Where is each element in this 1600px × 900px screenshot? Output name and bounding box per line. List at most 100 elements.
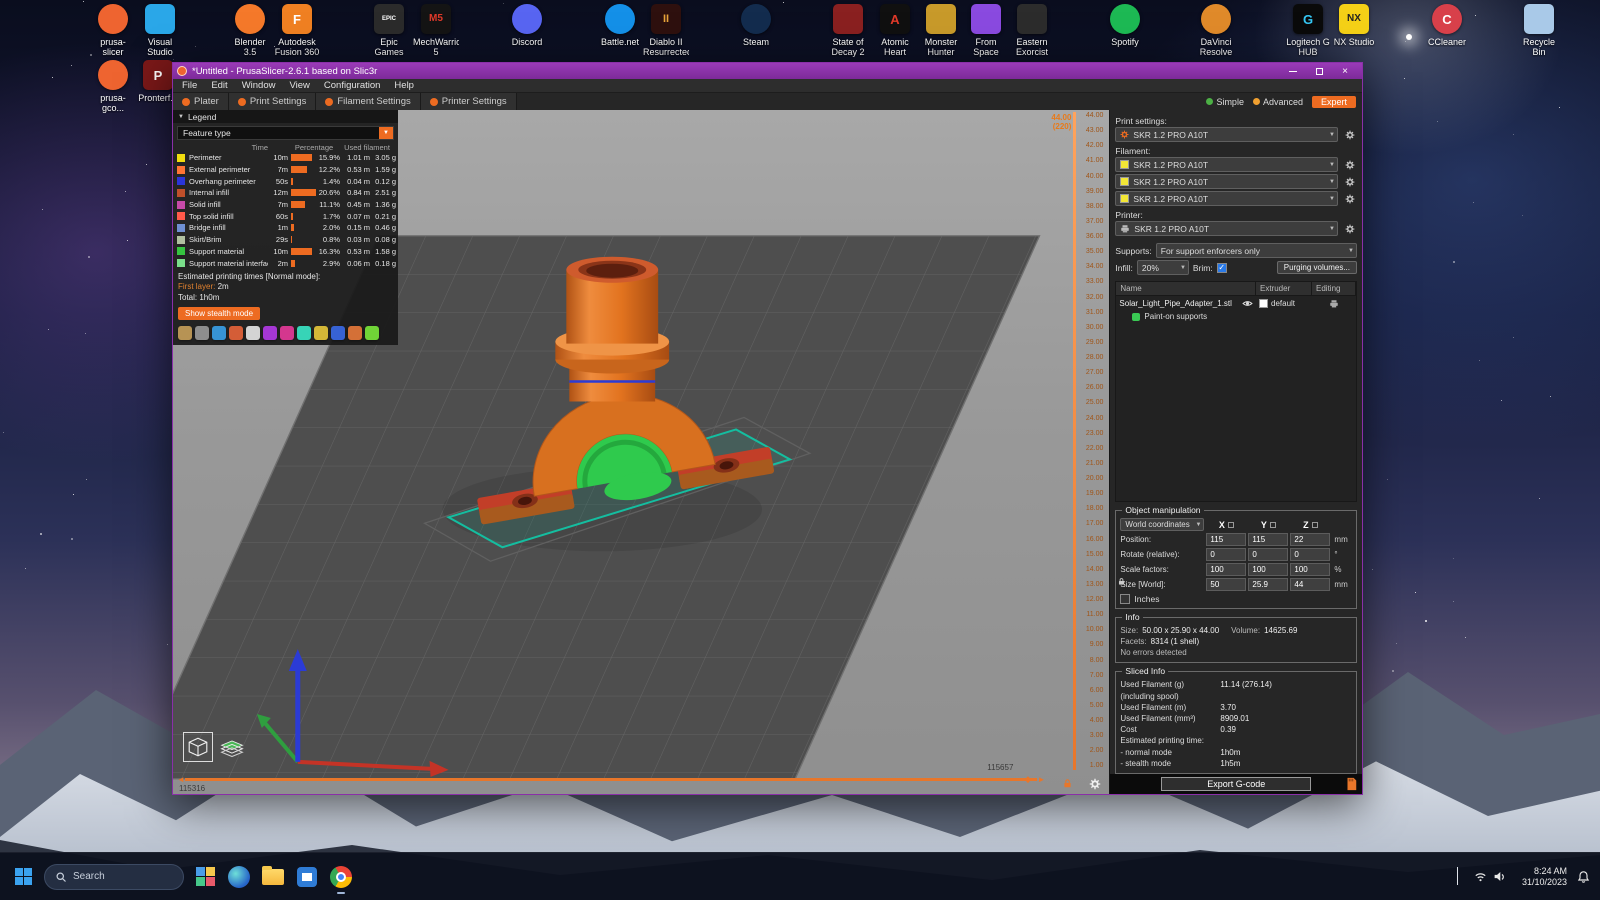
taskbar-icon-edge[interactable]	[226, 864, 252, 890]
slider-right-arrow-icon[interactable]: ►	[1037, 775, 1045, 784]
mode-expert[interactable]: Expert	[1312, 96, 1356, 108]
sd-card-icon[interactable]	[1344, 777, 1358, 793]
filament-combo[interactable]: SKR 1.2 PRO A10T ▼	[1115, 191, 1338, 206]
value-field-x[interactable]: 100	[1206, 563, 1246, 576]
desktop-icon-from-space[interactable]: From Space	[963, 4, 1009, 57]
desktop-icon-spotify[interactable]: Spotify	[1102, 4, 1148, 47]
filament-gear-button[interactable]	[1342, 174, 1357, 189]
paint-on-supports-row[interactable]: Paint-on supports	[1116, 311, 1356, 322]
title-bar[interactable]: *Untitled - PrusaSlicer-2.6.1 based on S…	[173, 63, 1362, 79]
slider-track[interactable]	[185, 778, 1037, 781]
value-field-z[interactable]: 22	[1290, 533, 1330, 546]
tab[interactable]: Filament Settings	[316, 93, 420, 110]
taskbar-clock[interactable]: 8:24 AM 31/10/2023	[1522, 866, 1567, 888]
tab[interactable]: Print Settings	[229, 93, 317, 110]
slider-handle[interactable]: ◆	[1024, 774, 1031, 785]
wipe-icon[interactable]	[195, 326, 209, 340]
eye-icon[interactable]	[1242, 298, 1253, 309]
horizontal-slider[interactable]: ◄ ◆ ►	[177, 775, 1045, 784]
notification-bell-icon[interactable]	[1577, 870, 1590, 883]
menu-item[interactable]: View	[282, 80, 316, 91]
desktop-icon-diablo2[interactable]: II Diablo II Resurrected	[643, 4, 689, 57]
minimize-button[interactable]	[1280, 64, 1306, 78]
viewport-settings-gear-icon[interactable]	[1089, 778, 1101, 790]
desktop-icon-prusa-slicer[interactable]: prusa-slicer	[90, 4, 136, 57]
taskbar-icon-widgets[interactable]	[192, 864, 218, 890]
supports-combo[interactable]: For support enforcers only ▼	[1156, 243, 1357, 258]
value-field-x[interactable]: 50	[1206, 578, 1246, 591]
slider-left-arrow-icon[interactable]: ◄	[177, 775, 185, 784]
desktop-icon-vscode[interactable]: Visual Studio Code	[137, 4, 183, 58]
custom-gcodes-icon[interactable]	[314, 326, 328, 340]
mirror-y-button[interactable]	[1270, 522, 1276, 528]
view-cube-button[interactable]	[183, 732, 213, 762]
value-field-y[interactable]: 0	[1248, 548, 1288, 561]
retractions-icon[interactable]	[212, 326, 226, 340]
color-changes-icon[interactable]	[280, 326, 294, 340]
printable-toggle-icon[interactable]	[1329, 299, 1339, 309]
purging-volumes-button[interactable]: Purging volumes...	[1277, 261, 1357, 274]
desktop-icon-mechwarrior5[interactable]: M5 MechWarrior 5	[413, 4, 459, 57]
tab[interactable]: Plater	[173, 93, 229, 110]
tool-marker-icon[interactable]	[348, 326, 362, 340]
value-field-z[interactable]: 100	[1290, 563, 1330, 576]
filament-combo[interactable]: SKR 1.2 PRO A10T ▼	[1115, 157, 1338, 172]
desktop-icon-prusa-gcode[interactable]: prusa-gco...	[90, 60, 136, 113]
object-row[interactable]: Solar_Light_Pipe_Adapter_1.stl default	[1116, 296, 1356, 311]
desktop-icon-nx-studio[interactable]: NX NX Studio	[1331, 4, 1377, 47]
filament-gear-button[interactable]	[1342, 157, 1357, 172]
desktop-icon-state-of-decay2[interactable]: State of Decay 2	[825, 4, 871, 57]
desktop-icon-battle-net[interactable]: Battle.net	[597, 4, 643, 47]
menu-item[interactable]: File	[175, 80, 204, 91]
value-field-y[interactable]: 115	[1248, 533, 1288, 546]
layer-slider[interactable]	[1073, 112, 1076, 770]
menu-item[interactable]: Edit	[204, 80, 234, 91]
deretractions-icon[interactable]	[229, 326, 243, 340]
value-field-x[interactable]: 0	[1206, 548, 1246, 561]
desktop-icon-davinci-resolve[interactable]: DaVinci Resolve	[1193, 4, 1239, 57]
desktop-icon-eastern-exorcist[interactable]: Eastern Exorcist	[1009, 4, 1055, 57]
value-field-z[interactable]: 0	[1290, 548, 1330, 561]
desktop-icon-discord[interactable]: Discord	[504, 4, 550, 47]
model-tube[interactable]	[555, 257, 669, 402]
maximize-button[interactable]	[1306, 64, 1332, 78]
feature-type-dropdown[interactable]: Feature type ▼	[177, 126, 394, 140]
uniform-scale-lock-icon[interactable]	[1117, 577, 1126, 586]
layers-view-button[interactable]	[217, 732, 247, 762]
taskbar-icon-chrome[interactable]	[328, 864, 354, 890]
mirror-z-button[interactable]	[1312, 522, 1318, 528]
value-field-y[interactable]: 25.9	[1248, 578, 1288, 591]
mode-simple[interactable]: Simple	[1206, 97, 1244, 107]
legend-icon[interactable]	[365, 326, 379, 340]
print-settings-gear-button[interactable]	[1342, 127, 1357, 142]
search-box[interactable]: Search	[44, 864, 184, 890]
desktop-icon-ccleaner[interactable]: C CCleaner	[1424, 4, 1470, 47]
show-stealth-mode-button[interactable]: Show stealth mode	[178, 307, 260, 320]
infill-combo[interactable]: 20% ▼	[1137, 260, 1189, 275]
print-settings-combo[interactable]: SKR 1.2 PRO A10T ▼	[1115, 127, 1338, 142]
menu-item[interactable]: Window	[235, 80, 283, 91]
menu-item[interactable]: Configuration	[317, 80, 388, 91]
close-button[interactable]: ×	[1332, 64, 1358, 78]
system-tray[interactable]	[1468, 866, 1512, 887]
menu-item[interactable]: Help	[387, 80, 421, 91]
tray-chevron-icon[interactable]	[1457, 868, 1458, 886]
brim-checkbox[interactable]: ✓	[1217, 263, 1227, 273]
value-field-y[interactable]: 100	[1248, 563, 1288, 576]
pause-prints-icon[interactable]	[297, 326, 311, 340]
desktop-icon-logitech-ghub[interactable]: G Logitech G HUB	[1285, 4, 1331, 57]
tab[interactable]: Printer Settings	[421, 93, 517, 110]
value-field-x[interactable]: 115	[1206, 533, 1246, 546]
desktop-icon-atomic-heart[interactable]: A Atomic Heart	[872, 4, 918, 57]
filament-gear-button[interactable]	[1342, 191, 1357, 206]
lock-icon[interactable]	[1062, 778, 1073, 789]
value-field-z[interactable]: 44	[1290, 578, 1330, 591]
mirror-x-button[interactable]	[1228, 522, 1234, 528]
desktop-icon-fusion360[interactable]: F Autodesk Fusion 360	[274, 4, 320, 57]
shells-icon[interactable]	[331, 326, 345, 340]
coordinate-system-combo[interactable]: World coordinates ▼	[1120, 518, 1204, 531]
travel-icon[interactable]	[178, 326, 192, 340]
desktop-icon-recycle-bin[interactable]: Recycle Bin	[1516, 4, 1562, 57]
desktop-icon-monster-hunter-rise[interactable]: Monster Hunter Rise	[918, 4, 964, 58]
viewport-3d[interactable]: ▼ Legend Feature type ▼ Time Percentage …	[173, 110, 1109, 794]
